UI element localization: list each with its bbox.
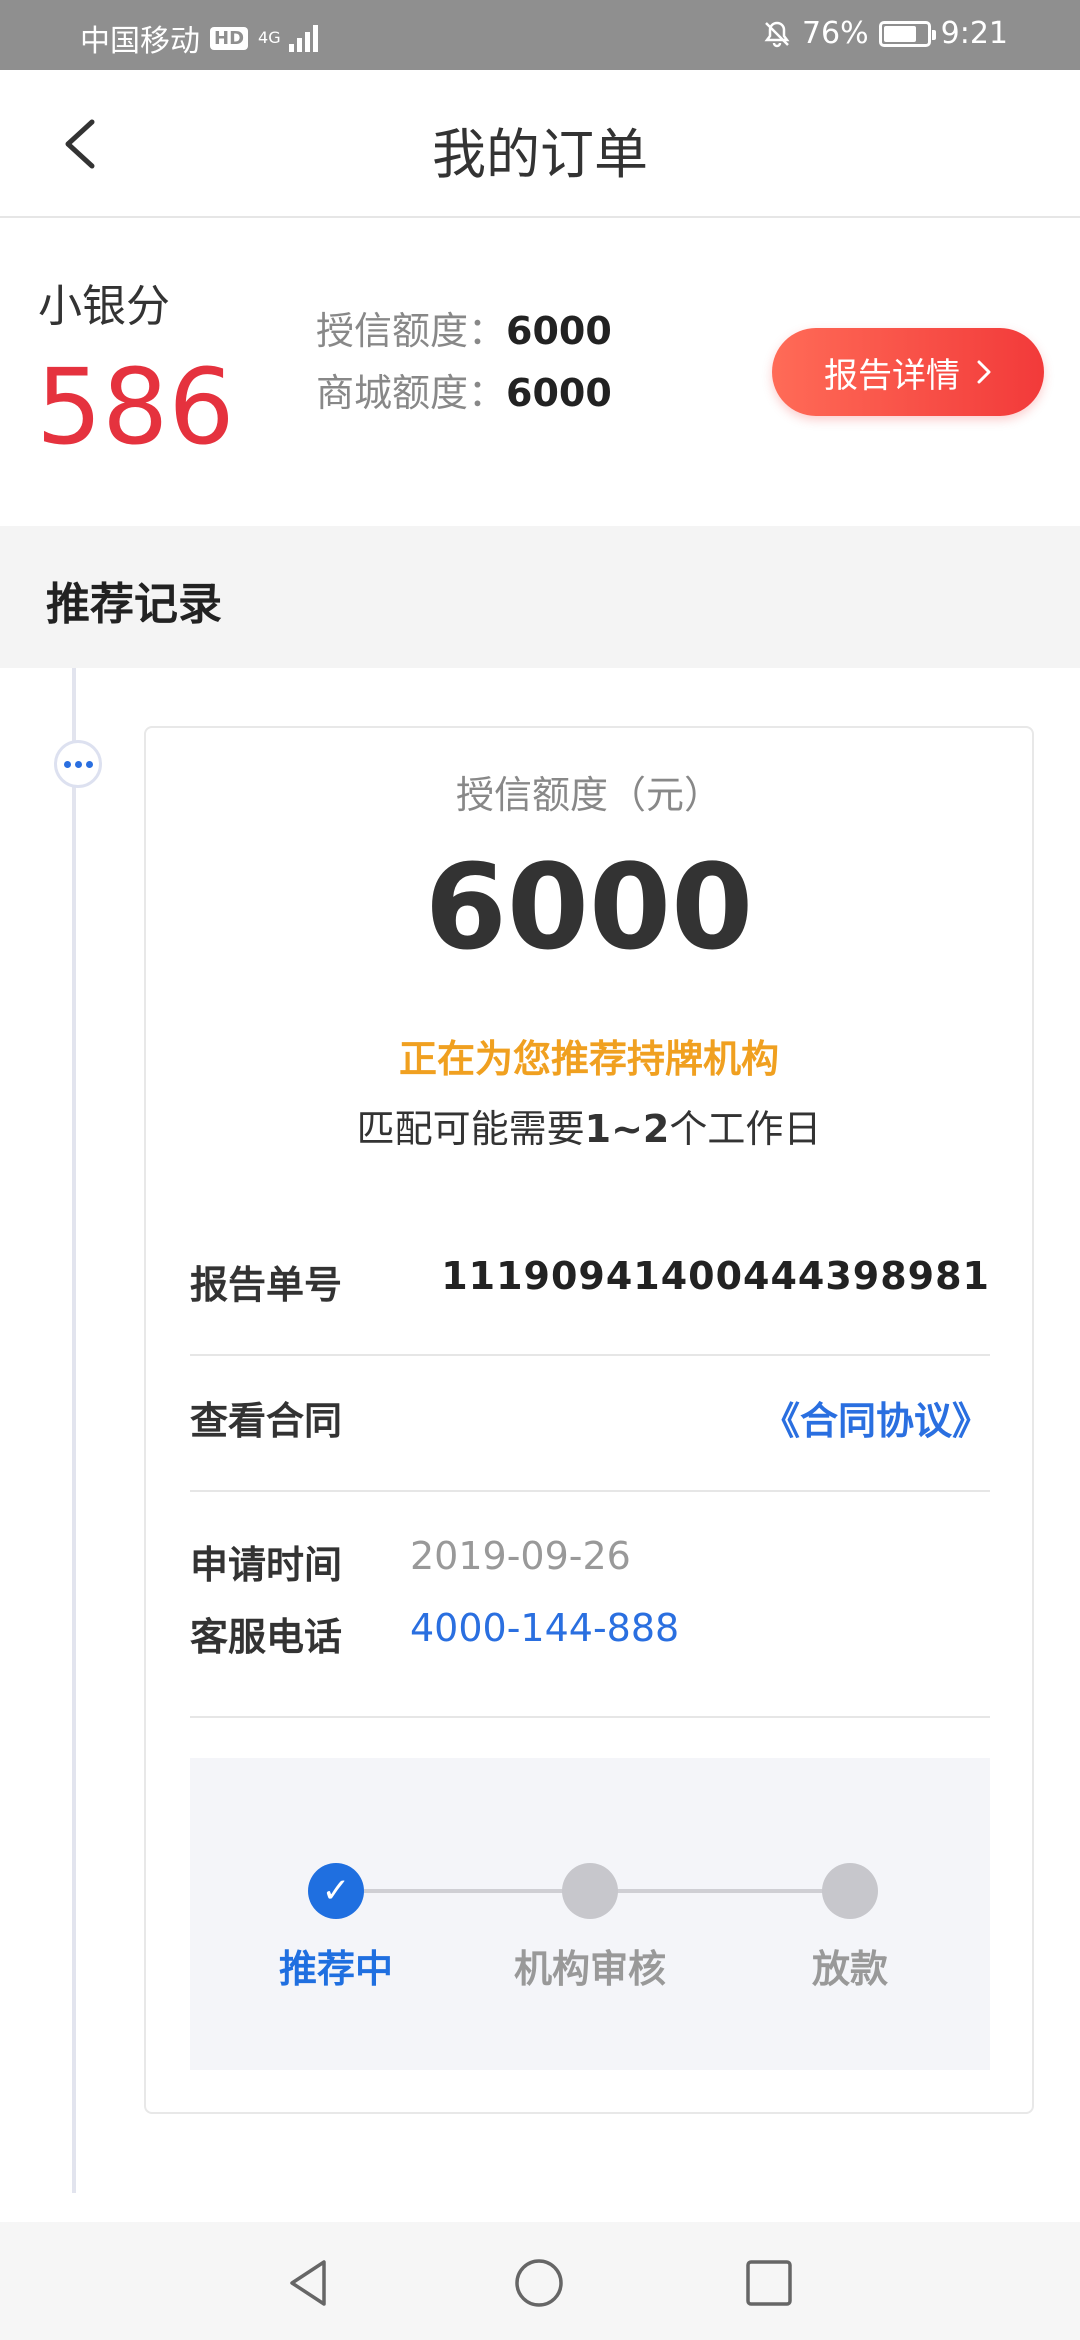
apply-time-label: 申请时间 xyxy=(190,1543,343,1587)
report-detail-label: 报告详情 xyxy=(824,355,960,396)
mall-quota-value: 6000 xyxy=(506,371,612,415)
step-label-loan: 放款 xyxy=(811,1947,888,1991)
step-dot-loan xyxy=(822,1863,878,1919)
carrier-name: 中国移动 xyxy=(80,24,200,59)
status-right: 76% 9:21 xyxy=(762,16,1008,51)
report-number-row: 报告单号 11190941400444398981 xyxy=(190,1254,990,1314)
note-suffix: 个工作日 xyxy=(669,1107,822,1151)
report-detail-button[interactable]: 报告详情 xyxy=(772,328,1044,416)
signal-icon xyxy=(288,24,318,52)
report-number-value: 11190941400444398981 xyxy=(441,1254,990,1298)
status-bar: 中国移动 HD 4G 76% 9:21 xyxy=(0,0,1080,70)
service-phone-link[interactable]: 4000-144-888 xyxy=(410,1606,679,1650)
matching-note: 匹配可能需要1~2个工作日 xyxy=(146,1098,1032,1153)
system-nav-bar xyxy=(0,2222,1080,2340)
bell-off-icon xyxy=(764,21,790,47)
contract-label: 查看合同 xyxy=(190,1399,343,1443)
mall-quota: 商城额度：6000 xyxy=(316,362,612,417)
network-type: 4G xyxy=(258,28,281,47)
score-label: 小银分 xyxy=(38,281,170,332)
report-number-label: 报告单号 xyxy=(190,1263,343,1307)
section-title: 推荐记录 xyxy=(46,579,222,630)
section-header: 推荐记录 xyxy=(0,526,1080,668)
status-text: 正在为您推荐持牌机构 xyxy=(398,1037,779,1081)
score-panel: 小银分 586 授信额度：6000 商城额度：6000 报告详情 xyxy=(0,218,1080,526)
divider xyxy=(190,1490,990,1492)
amount-label: 授信额度（元） xyxy=(455,773,722,817)
chevron-right-icon xyxy=(977,360,991,384)
status-left: 中国移动 HD 4G xyxy=(80,16,318,60)
battery-icon xyxy=(878,20,936,47)
divider xyxy=(190,1354,990,1356)
step-dot-review xyxy=(562,1863,618,1919)
page-title: 我的订单 xyxy=(432,123,648,186)
credit-quota: 授信额度：6000 xyxy=(316,300,612,355)
credit-quota-label: 授信额度： xyxy=(316,309,507,353)
battery-percent: 76% xyxy=(801,16,869,51)
home-circle-icon[interactable] xyxy=(512,2256,566,2310)
score-value: 586 xyxy=(36,346,235,468)
service-phone-label: 客服电话 xyxy=(190,1615,343,1659)
timeline-line xyxy=(72,668,76,2193)
note-days: 1~2 xyxy=(584,1107,670,1151)
note-prefix: 匹配可能需要 xyxy=(356,1107,585,1151)
back-triangle-icon[interactable] xyxy=(282,2256,336,2310)
divider xyxy=(190,1716,990,1718)
clock: 9:21 xyxy=(940,16,1008,51)
credit-quota-value: 6000 xyxy=(506,309,612,353)
hd-badge: HD xyxy=(210,26,249,50)
apply-time-value: 2019-09-26 xyxy=(410,1534,631,1578)
apply-time-row: 申请时间 2019-09-26 xyxy=(190,1534,990,1594)
recents-square-icon[interactable] xyxy=(742,2256,796,2310)
amount-value: 6000 xyxy=(424,838,754,976)
contract-link[interactable]: 《合同协议》 xyxy=(762,1390,990,1445)
step-label-recommending: 推荐中 xyxy=(278,1947,393,1991)
order-card: 授信额度（元） 6000 正在为您推荐持牌机构 匹配可能需要1~2个工作日 报告… xyxy=(144,726,1034,2114)
more-dots-icon xyxy=(54,740,102,788)
nav-bar: 我的订单 xyxy=(0,70,1080,218)
step-label-review: 机构审核 xyxy=(513,1947,666,1991)
mall-quota-label: 商城额度： xyxy=(316,371,507,415)
service-phone-row: 客服电话 4000-144-888 xyxy=(190,1606,990,1666)
progress-steps: ✓ 推荐中 机构审核 放款 xyxy=(190,1758,990,2070)
check-icon: ✓ xyxy=(308,1863,364,1919)
contract-row: 查看合同 《合同协议》 xyxy=(190,1390,990,1450)
